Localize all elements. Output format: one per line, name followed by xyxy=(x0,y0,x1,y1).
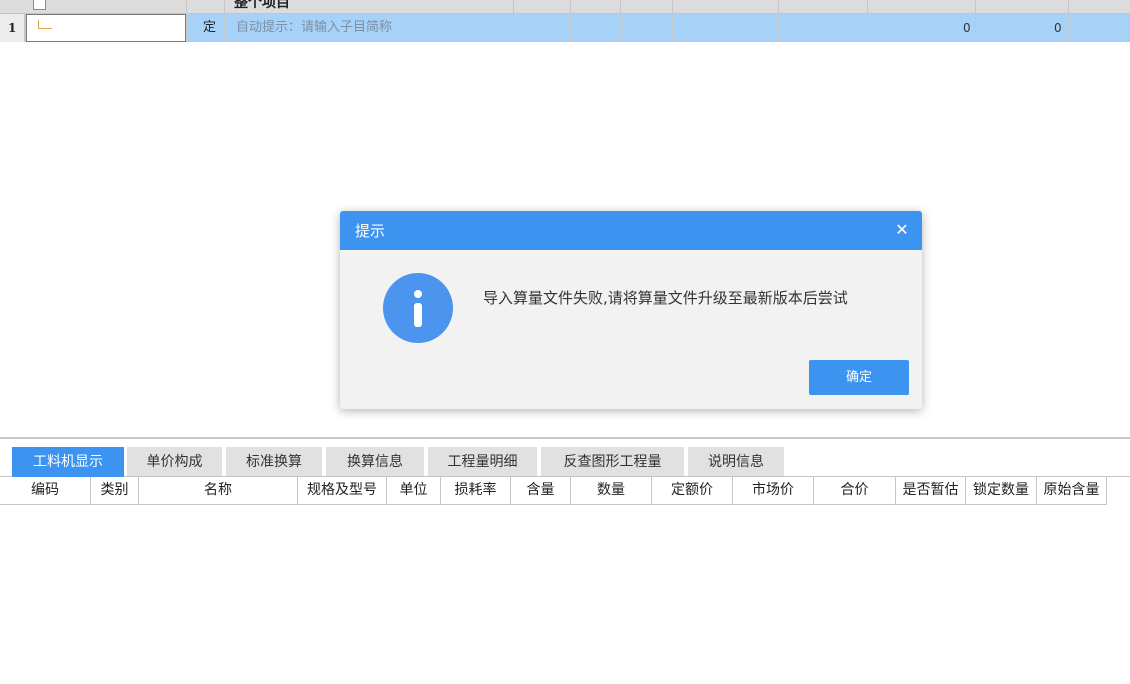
autocomplete-hint[interactable]: 自动提示：请输入子目简称 xyxy=(236,14,392,42)
column-header-quota-price[interactable]: 定额价 xyxy=(652,477,733,504)
tab-reverse-lookup-quantity[interactable]: 反查图形工程量 xyxy=(541,447,684,477)
select-all-checkbox[interactable] xyxy=(33,0,46,10)
tab-quantity-details[interactable]: 工程量明细 xyxy=(428,447,537,477)
value-cell-2[interactable]: 0 xyxy=(1054,14,1062,42)
type-cell[interactable]: 定 xyxy=(203,14,216,42)
info-icon-dot xyxy=(414,290,422,298)
column-header-quantity[interactable]: 数量 xyxy=(571,477,652,504)
value-cell-1[interactable]: 0 xyxy=(963,14,971,42)
column-header-locked-quantity[interactable]: 锁定数量 xyxy=(966,477,1037,504)
row-number: 1 xyxy=(0,14,25,42)
tab-conversion-info[interactable]: 换算信息 xyxy=(326,447,424,477)
ok-button[interactable]: 确定 xyxy=(809,360,909,395)
tab-standard-conversion[interactable]: 标准换算 xyxy=(226,447,322,477)
resource-table-header: 编码 类别 名称 规格及型号 单位 损耗率 含量 数量 定额价 市场价 合价 是… xyxy=(0,477,1130,505)
table-row[interactable]: 1 定 自动提示：请输入子目简称 0 0 xyxy=(0,14,1130,42)
tab-unit-price-composition[interactable]: 单价构成 xyxy=(127,447,222,477)
column-divider xyxy=(513,0,514,42)
column-divider xyxy=(672,0,673,42)
column-divider xyxy=(620,0,621,42)
column-header-code[interactable]: 编码 xyxy=(0,477,91,504)
dialog-title: 提示 xyxy=(355,222,386,240)
column-header-unit[interactable]: 单位 xyxy=(387,477,441,504)
dialog-titlebar: 提示 ✕ xyxy=(340,211,922,250)
tab-labor-material-machine[interactable]: 工料机显示 xyxy=(12,447,124,477)
header-bottom-border xyxy=(0,504,1107,505)
column-header-provisional[interactable]: 是否暂估 xyxy=(896,477,966,504)
dialog-message: 导入算量文件失败,请将算量文件升级至最新版本后尝试 xyxy=(483,289,848,307)
info-icon-bar xyxy=(414,303,422,327)
alert-dialog: 提示 ✕ 导入算量文件失败,请将算量文件升级至最新版本后尝试 确定 xyxy=(340,211,922,409)
column-divider xyxy=(975,0,976,42)
column-divider xyxy=(186,0,187,42)
top-grid-header: 整个项目 xyxy=(0,0,1130,14)
column-header-category[interactable]: 类别 xyxy=(91,477,139,504)
column-header-spec[interactable]: 规格及型号 xyxy=(298,477,387,504)
column-header-loss-rate[interactable]: 损耗率 xyxy=(441,477,511,504)
column-divider xyxy=(570,0,571,42)
column-header-content[interactable]: 含量 xyxy=(511,477,571,504)
project-title: 整个项目 xyxy=(234,0,290,11)
close-icon[interactable]: ✕ xyxy=(890,218,914,242)
column-divider xyxy=(224,0,225,42)
column-header-total-price[interactable]: 合价 xyxy=(814,477,896,504)
column-header-name[interactable]: 名称 xyxy=(139,477,298,504)
tab-bar: 工料机显示 单价构成 标准换算 换算信息 工程量明细 反查图形工程量 说明信息 xyxy=(0,439,1130,477)
tab-description[interactable]: 说明信息 xyxy=(688,447,784,477)
tree-connector-icon xyxy=(38,20,52,29)
column-divider xyxy=(1068,0,1069,42)
column-divider xyxy=(778,0,779,42)
column-header-original-content[interactable]: 原始含量 xyxy=(1037,477,1107,504)
code-input-cell[interactable] xyxy=(26,14,186,42)
info-icon xyxy=(383,273,453,343)
column-divider xyxy=(867,0,868,42)
column-header-market-price[interactable]: 市场价 xyxy=(733,477,814,504)
